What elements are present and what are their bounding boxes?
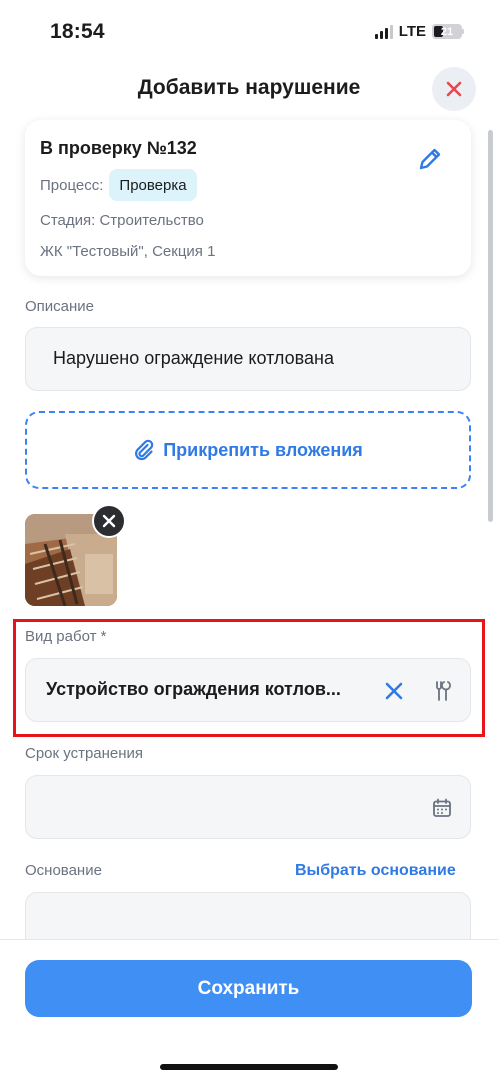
deadline-field[interactable] xyxy=(25,775,471,839)
process-chip: Проверка xyxy=(109,169,197,201)
description-value: Нарушено ограждение котлована xyxy=(53,348,334,368)
pencil-icon xyxy=(419,148,441,170)
close-button[interactable] xyxy=(432,67,476,111)
attach-label: Прикрепить вложения xyxy=(163,439,363,460)
attach-button[interactable]: Прикрепить вложения xyxy=(25,411,471,489)
process-row: Процесс: Проверка xyxy=(40,169,197,201)
status-indicators: LTE 21 xyxy=(374,23,464,40)
clear-icon[interactable] xyxy=(384,681,404,701)
work-type-value: Устройство ограждения котлов... xyxy=(46,679,341,699)
description-field[interactable]: Нарушено ограждение котлована xyxy=(25,327,471,391)
calendar-icon[interactable] xyxy=(432,798,452,818)
select-basis-link[interactable]: Выбрать основание xyxy=(295,862,456,880)
close-icon xyxy=(446,81,462,97)
page-title: Добавить нарушение xyxy=(137,76,361,99)
inspection-title: В проверку №132 xyxy=(40,138,197,158)
stage-text: Стадия: Строительство xyxy=(40,212,204,229)
basis-label: Основание xyxy=(25,862,102,879)
tools-icon[interactable] xyxy=(432,680,452,702)
edit-button[interactable] xyxy=(417,146,443,172)
paperclip-icon xyxy=(135,439,154,461)
battery-icon: 21 xyxy=(432,24,464,39)
scroll-indicator[interactable] xyxy=(488,130,493,522)
process-label: Процесс: xyxy=(40,176,104,194)
network-label: LTE xyxy=(398,23,426,40)
description-label: Описание xyxy=(25,298,95,315)
work-type-label: Вид работ * xyxy=(25,628,107,645)
signal-icon xyxy=(374,24,393,39)
remove-attachment-button[interactable] xyxy=(92,504,126,538)
battery-level: 21 xyxy=(440,25,454,38)
save-button[interactable]: Сохранить xyxy=(25,960,472,1017)
work-type-field[interactable]: Устройство ограждения котлов... xyxy=(25,658,471,722)
home-indicator[interactable] xyxy=(160,1064,338,1070)
location-text: ЖК "Тестовый", Секция 1 xyxy=(40,243,216,260)
deadline-label: Срок устранения xyxy=(25,745,144,762)
inspection-card: В проверку №132 Процесс: Проверка Стадия… xyxy=(25,120,471,276)
status-time: 18:54 xyxy=(50,20,105,43)
status-bar: 18:54 LTE 21 xyxy=(0,0,498,64)
close-icon xyxy=(102,514,116,528)
